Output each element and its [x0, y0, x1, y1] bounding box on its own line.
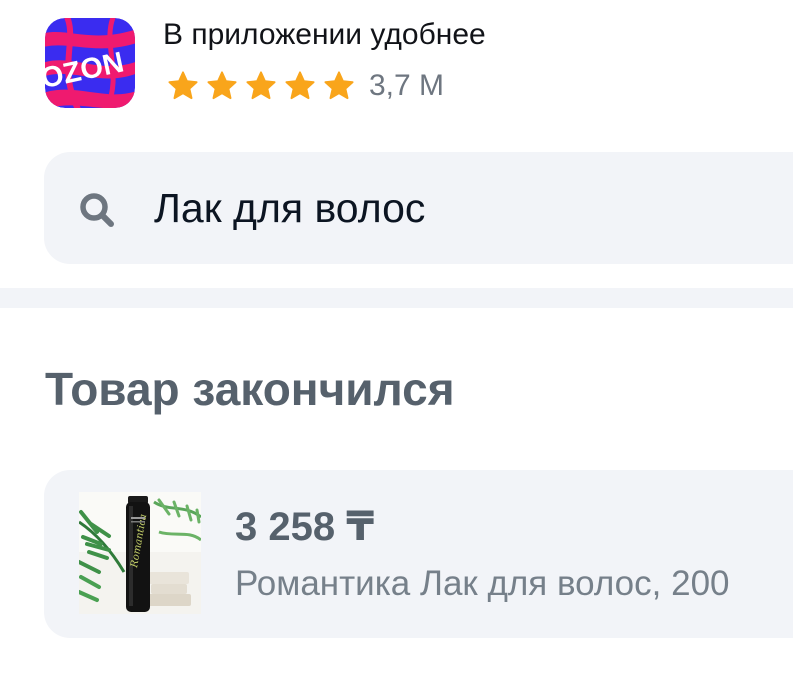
product-image[interactable]: Romantica: [79, 492, 201, 614]
star-icon: [168, 71, 198, 100]
search-icon: [80, 193, 114, 227]
star-icon: [324, 71, 354, 100]
section-divider: [0, 288, 793, 308]
rating-stars: [167, 70, 355, 102]
out-of-stock-heading: Товар закончился: [45, 363, 455, 415]
star-icon: [246, 71, 276, 100]
product-price: 3 258 ₸: [235, 505, 375, 549]
app-banner-title: В приложении удобнее: [163, 18, 486, 51]
star-icon: [285, 71, 315, 100]
product-name[interactable]: Романтика Лак для волос, 200: [235, 562, 730, 606]
star-icon: [207, 71, 237, 100]
product-card[interactable]: Romantica 3 258 ₸ Романтика Лак для воло…: [44, 470, 793, 638]
rating-count: 3,7 М: [369, 69, 445, 102]
app-rating: 3,7 М: [167, 66, 444, 106]
search-query: Лак для волос: [154, 185, 426, 231]
app-download-banner: OZON В приложении удобнее 3,7 М: [0, 0, 793, 130]
ozon-app-icon[interactable]: OZON: [45, 18, 135, 108]
search-input[interactable]: Лак для волос: [44, 152, 793, 264]
